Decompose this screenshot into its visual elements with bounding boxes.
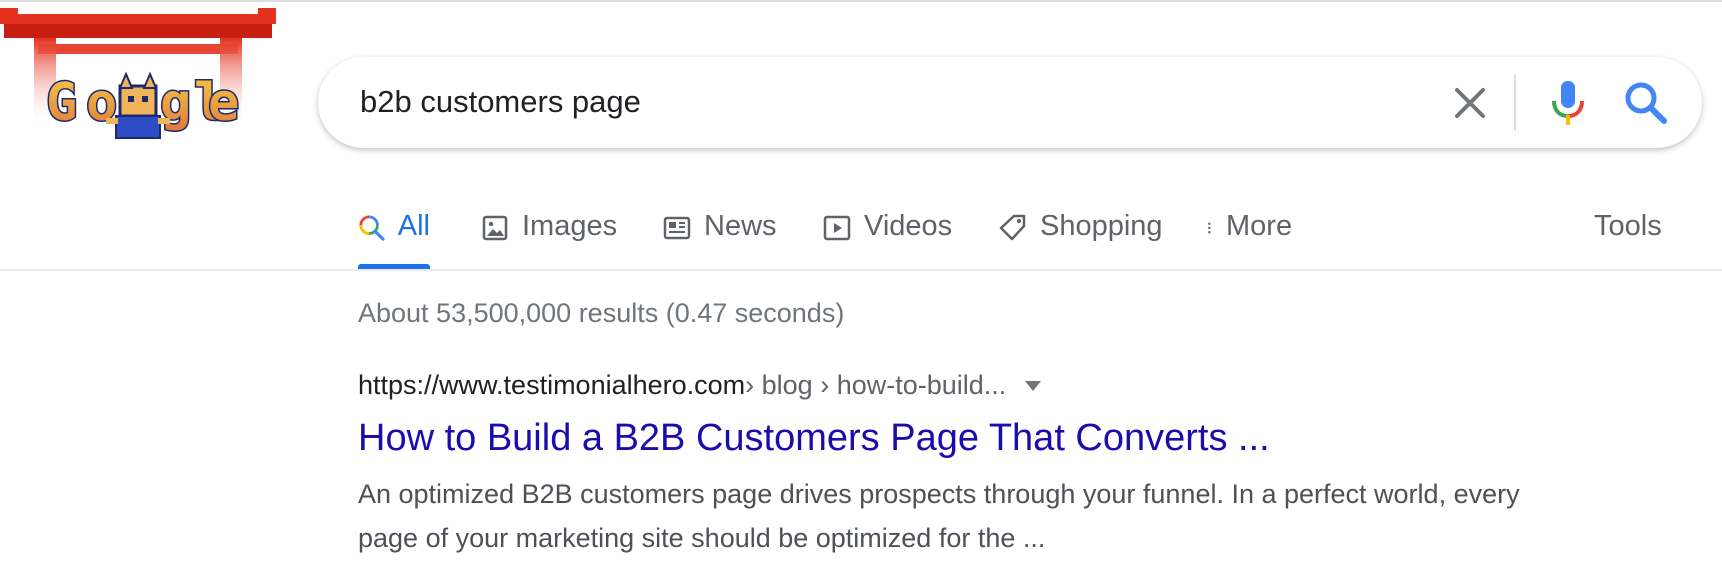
tab-label: Images [522,210,618,242]
result-snippet: An optimized B2B customers page drives p… [358,479,1520,553]
tools-button[interactable]: Tools [1594,210,1662,243]
tab-videos[interactable]: Videos [822,200,952,270]
clear-search-button[interactable] [1446,79,1494,127]
close-icon [1455,88,1485,118]
search-tabs: All Images News Videos Shopping More [0,200,1722,270]
tab-shopping[interactable]: Shopping [998,200,1163,270]
tab-more[interactable]: More [1206,200,1292,270]
microphone-icon [1552,81,1584,125]
tab-label: More [1226,210,1293,242]
tab-label: Videos [864,210,953,242]
more-vert-icon [1208,222,1211,234]
tab-all[interactable]: All [358,200,430,270]
search-multicolor-icon [359,215,385,241]
top-border [0,0,1722,5]
result-title-link[interactable]: How to Build a B2B Customers Page That C… [358,417,1578,460]
tab-news[interactable]: News [662,200,777,270]
tag-icon [999,214,1026,241]
result-site: https://www.testimonialhero.com [358,370,746,400]
caret-down-icon[interactable] [1024,380,1042,392]
result-url: https://www.testimonialhero.com › blog ›… [358,370,1578,401]
voice-search-button[interactable] [1540,75,1596,131]
search-input[interactable] [360,75,1360,129]
tab-label: All [397,210,430,242]
tab-label: News [704,210,777,242]
result-breadcrumb: › blog › how-to-build... [745,370,1007,400]
tabs-divider [0,269,1722,271]
google-doodle-logo[interactable]: G o g l e [0,8,276,148]
result-stats: About 53,500,000 results (0.47 seconds) [358,298,845,328]
search-icon [1625,82,1667,124]
search-result: https://www.testimonialhero.com › blog ›… [358,370,1578,560]
play-icon [823,215,851,241]
image-icon [482,215,508,241]
search-box [318,57,1702,148]
newspaper-icon [663,216,691,240]
tab-images[interactable]: Images [480,200,617,270]
svg-text:e: e [208,73,239,133]
search-box-divider [1514,75,1516,131]
search-button[interactable] [1620,77,1672,129]
doodle-artwork-icon: G o g l e [0,8,276,139]
svg-text:G: G [46,73,77,133]
tab-label: Shopping [1040,210,1163,242]
